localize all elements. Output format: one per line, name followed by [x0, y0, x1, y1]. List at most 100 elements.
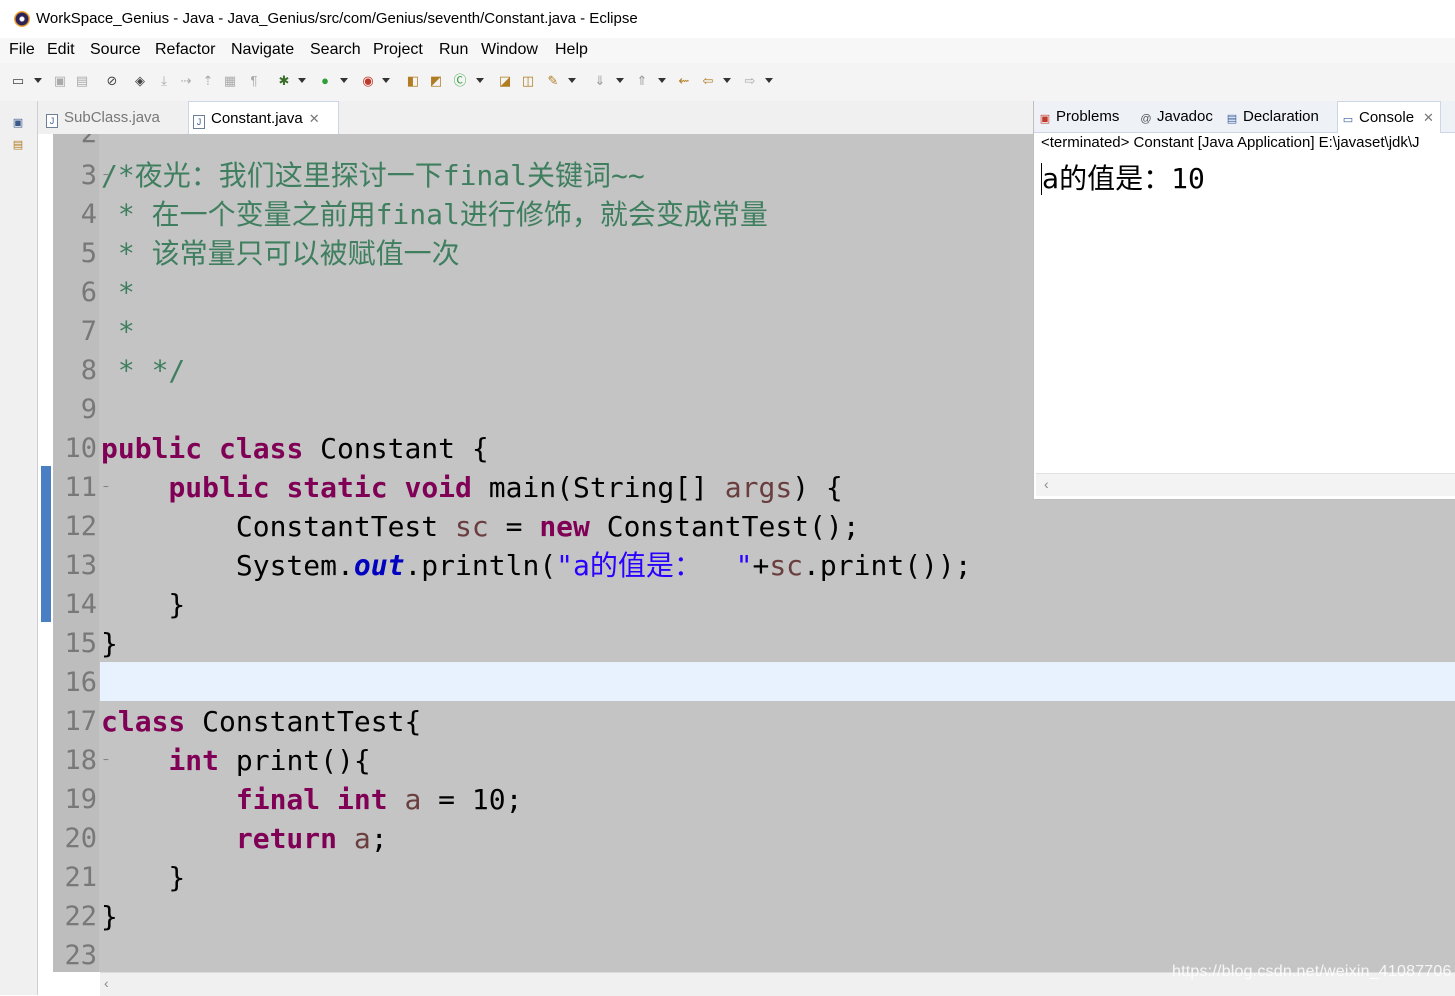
line-number: 11: [64, 472, 97, 503]
java-file-icon: J: [46, 114, 58, 128]
current-line-highlight: [100, 662, 1455, 701]
eclipse-icon: [14, 11, 30, 27]
line-number-ruler: 2 3 4 5 6 7 8 9 10 11 12 13 14 15 16 17 …: [53, 134, 109, 972]
tab-javadoc[interactable]: @ Javadoc: [1140, 101, 1212, 132]
menu-navigate[interactable]: Navigate: [231, 41, 294, 59]
console-output[interactable]: a的值是：10: [1042, 157, 1205, 197]
prev-annotation-icon[interactable]: ⇑: [634, 73, 650, 89]
line-number: 23: [64, 940, 97, 971]
code-line: }: [101, 900, 118, 933]
window-title: WorkSpace_Genius - Java - Java_Genius/sr…: [36, 10, 638, 27]
menu-help[interactable]: Help: [555, 41, 588, 59]
menu-edit[interactable]: Edit: [47, 41, 75, 59]
close-icon[interactable]: ✕: [309, 111, 320, 126]
code-line: * 在一个变量之前用final进行修饰，就会变成常量: [101, 198, 768, 231]
tab-problems[interactable]: ▣ Problems: [1039, 101, 1120, 132]
code-line: ConstantTest sc = new ConstantTest();: [101, 510, 860, 543]
menu-search[interactable]: Search: [310, 41, 361, 59]
next-annotation-icon[interactable]: ⇓: [592, 73, 608, 89]
run-dropdown-icon[interactable]: [340, 78, 348, 83]
scroll-left-icon[interactable]: ‹: [1044, 476, 1049, 492]
code-line: /*夜光：我们这里探讨一下final关键词~~: [101, 159, 645, 192]
forward-icon[interactable]: ⇨: [742, 73, 758, 89]
line-number: 8: [80, 355, 97, 386]
save-icon[interactable]: ▣: [52, 73, 68, 89]
debug-dropdown-icon[interactable]: [298, 78, 306, 83]
toggle-block-icon[interactable]: ¶: [246, 73, 262, 89]
menu-bar: File Edit Source Refactor Navigate Searc…: [0, 38, 1455, 63]
back-dropdown-icon[interactable]: [723, 78, 731, 83]
menu-refactor[interactable]: Refactor: [155, 41, 215, 59]
code-line: * 该常量只可以被赋值一次: [101, 237, 460, 270]
open-resource-icon[interactable]: ◫: [520, 73, 536, 89]
left-trim-bar: ▣ ▤: [0, 101, 38, 995]
tab-declaration[interactable]: ▤ Declaration: [1226, 101, 1319, 132]
new-class-icon[interactable]: ◩: [428, 73, 444, 89]
line-number: 21: [64, 862, 97, 893]
prev-annotation-dropdown-icon[interactable]: [658, 78, 666, 83]
declaration-icon: ▤: [1226, 113, 1238, 125]
tab-subclass-java[interactable]: J SubClass.java: [46, 101, 160, 134]
drop-frame-icon[interactable]: ▦: [222, 73, 238, 89]
code-line: public class Constant {: [101, 432, 489, 465]
run-icon[interactable]: ●: [317, 73, 333, 89]
run-external-icon[interactable]: ◉: [360, 73, 376, 89]
tab-label: Constant.java: [211, 110, 303, 127]
run-external-dropdown-icon[interactable]: [382, 78, 390, 83]
package-explorer-icon[interactable]: ▤: [11, 138, 25, 152]
tab-console[interactable]: ▭ Console ✕: [1337, 101, 1441, 133]
new-package-icon[interactable]: ◧: [405, 73, 421, 89]
new-java-class-icon[interactable]: Ⓒ: [452, 73, 468, 89]
menu-run[interactable]: Run: [439, 41, 468, 59]
new-icon[interactable]: ▭: [10, 73, 26, 89]
back-icon[interactable]: ⇦: [700, 73, 716, 89]
line-number: 6: [80, 277, 97, 308]
line-number: 19: [64, 784, 97, 815]
line-number: 4: [80, 199, 97, 230]
terminate-icon[interactable]: ◈: [132, 73, 148, 89]
quick-diff-change-bar: [41, 466, 51, 622]
title-bar: WorkSpace_Genius - Java - Java_Genius/sr…: [0, 0, 1455, 39]
step-icon[interactable]: ⤓: [156, 73, 172, 89]
console-horizontal-scrollbar[interactable]: ‹: [1036, 473, 1455, 496]
scroll-left-icon[interactable]: ‹: [104, 975, 109, 991]
line-number: 14: [64, 589, 97, 620]
code-line: public static void main(String[] args) {: [168, 471, 843, 504]
last-edit-icon[interactable]: ⇜: [676, 73, 692, 89]
new-class-dropdown-icon[interactable]: [476, 78, 484, 83]
line-number: 12: [64, 511, 97, 542]
forward-dropdown-icon[interactable]: [765, 78, 773, 83]
menu-window[interactable]: Window: [481, 41, 538, 59]
code-line: }: [101, 588, 186, 621]
save-all-icon[interactable]: ▤: [74, 73, 90, 89]
close-icon[interactable]: ✕: [1423, 110, 1434, 125]
skip-breakpoints-icon[interactable]: ⊘: [104, 73, 120, 89]
search-dropdown-icon[interactable]: [568, 78, 576, 83]
restore-icon[interactable]: ▣: [11, 116, 25, 130]
step-return-icon[interactable]: ⇡: [200, 73, 216, 89]
line-number: 18: [64, 745, 97, 776]
search-icon[interactable]: ✎: [545, 73, 561, 89]
line-number: 9: [80, 394, 97, 425]
open-type-icon[interactable]: ◪: [497, 73, 513, 89]
java-file-icon: J: [193, 115, 205, 129]
code-line: return a;: [235, 822, 388, 855]
tab-constant-java[interactable]: J Constant.java ✕: [188, 101, 339, 135]
javadoc-icon: @: [1140, 113, 1152, 125]
next-annotation-dropdown-icon[interactable]: [616, 78, 624, 83]
editor-tab-bar: J SubClass.java J Constant.java ✕: [38, 101, 1033, 135]
toolbar: ▭ ▣ ▤ ⊘ ◈ ⤓ ⇢ ⇡ ▦ ¶ ✱ ● ◉ ◧ ◩ Ⓒ ◪ ◫ ✎ ⇓ …: [0, 63, 1455, 102]
step-over-icon[interactable]: ⇢: [178, 73, 194, 89]
code-line: final int a = 10;: [235, 783, 523, 816]
code-line: }: [101, 627, 118, 660]
menu-file[interactable]: File: [9, 41, 35, 59]
new-dropdown-icon[interactable]: [34, 78, 42, 83]
code-line: int print(){: [168, 744, 371, 777]
line-number: 3: [80, 160, 97, 191]
code-line: class ConstantTest{: [101, 705, 422, 738]
menu-source[interactable]: Source: [90, 41, 141, 59]
debug-icon[interactable]: ✱: [276, 73, 292, 89]
line-number: 22: [64, 901, 97, 932]
menu-project[interactable]: Project: [373, 41, 423, 59]
console-icon: ▭: [1342, 114, 1354, 126]
